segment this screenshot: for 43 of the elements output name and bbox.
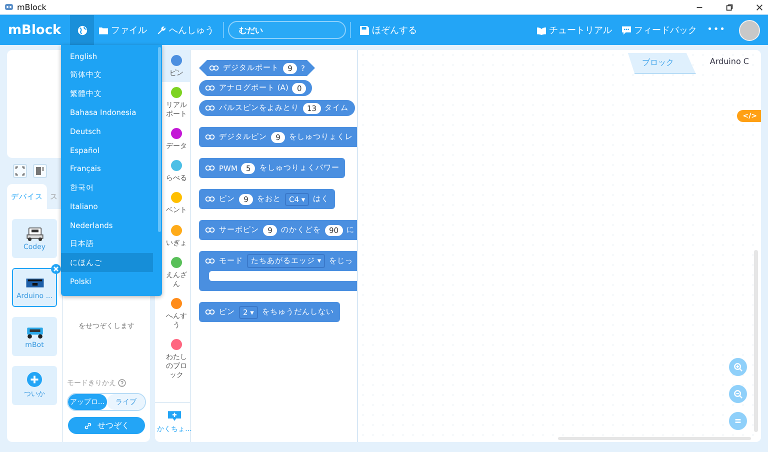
connect-button[interactable]: せつぞく [68, 417, 145, 434]
add-extension-icon [168, 411, 181, 421]
menu-button[interactable]: チュートリアル [532, 20, 618, 40]
window-title: mBlock [17, 2, 46, 12]
fullscreen-button[interactable] [13, 164, 27, 178]
link-icon [205, 196, 215, 202]
more-button[interactable]: ••• [702, 20, 731, 40]
menu-button[interactable]: フィードバック [617, 20, 702, 40]
globe-icon [76, 24, 88, 36]
zoom-in-icon[interactable] [729, 358, 747, 376]
menu-button[interactable]: ファイル [94, 20, 152, 40]
language-button[interactable] [70, 15, 94, 45]
link-icon [205, 309, 215, 315]
book-icon [537, 26, 546, 34]
link-icon [209, 65, 219, 71]
save-button[interactable]: ほぞんする [355, 20, 422, 40]
help-icon[interactable] [118, 379, 126, 387]
wrench-icon [157, 26, 166, 34]
avatar[interactable] [739, 20, 760, 40]
workspace-tab[interactable]: ブロック [628, 53, 696, 74]
link-icon [205, 134, 215, 140]
circuit-board-icon [24, 276, 46, 290]
menu-button[interactable]: へんしゅう [152, 20, 220, 40]
link-icon [84, 422, 92, 430]
robot-icon [24, 226, 46, 240]
link-icon [205, 227, 215, 233]
remove-badge-icon[interactable] [51, 264, 61, 274]
link-icon [205, 105, 215, 111]
workspace-tab[interactable]: Arduino C [696, 53, 761, 74]
folder-icon [99, 26, 108, 34]
zoom-out-icon[interactable] [729, 385, 747, 403]
reset-zoom-icon[interactable] [729, 412, 747, 430]
restore-icon[interactable] [725, 2, 734, 12]
link-icon [205, 85, 215, 91]
link-icon [205, 165, 215, 171]
project-title-field[interactable]: むだい [228, 21, 346, 39]
layout-button[interactable] [33, 164, 47, 178]
menu-scrollbar[interactable] [158, 47, 161, 232]
link-icon [205, 258, 215, 264]
plus-icon [27, 372, 42, 387]
close-icon[interactable] [755, 2, 764, 12]
app-logo: mBlock [7, 22, 62, 38]
chat-icon [622, 26, 632, 34]
